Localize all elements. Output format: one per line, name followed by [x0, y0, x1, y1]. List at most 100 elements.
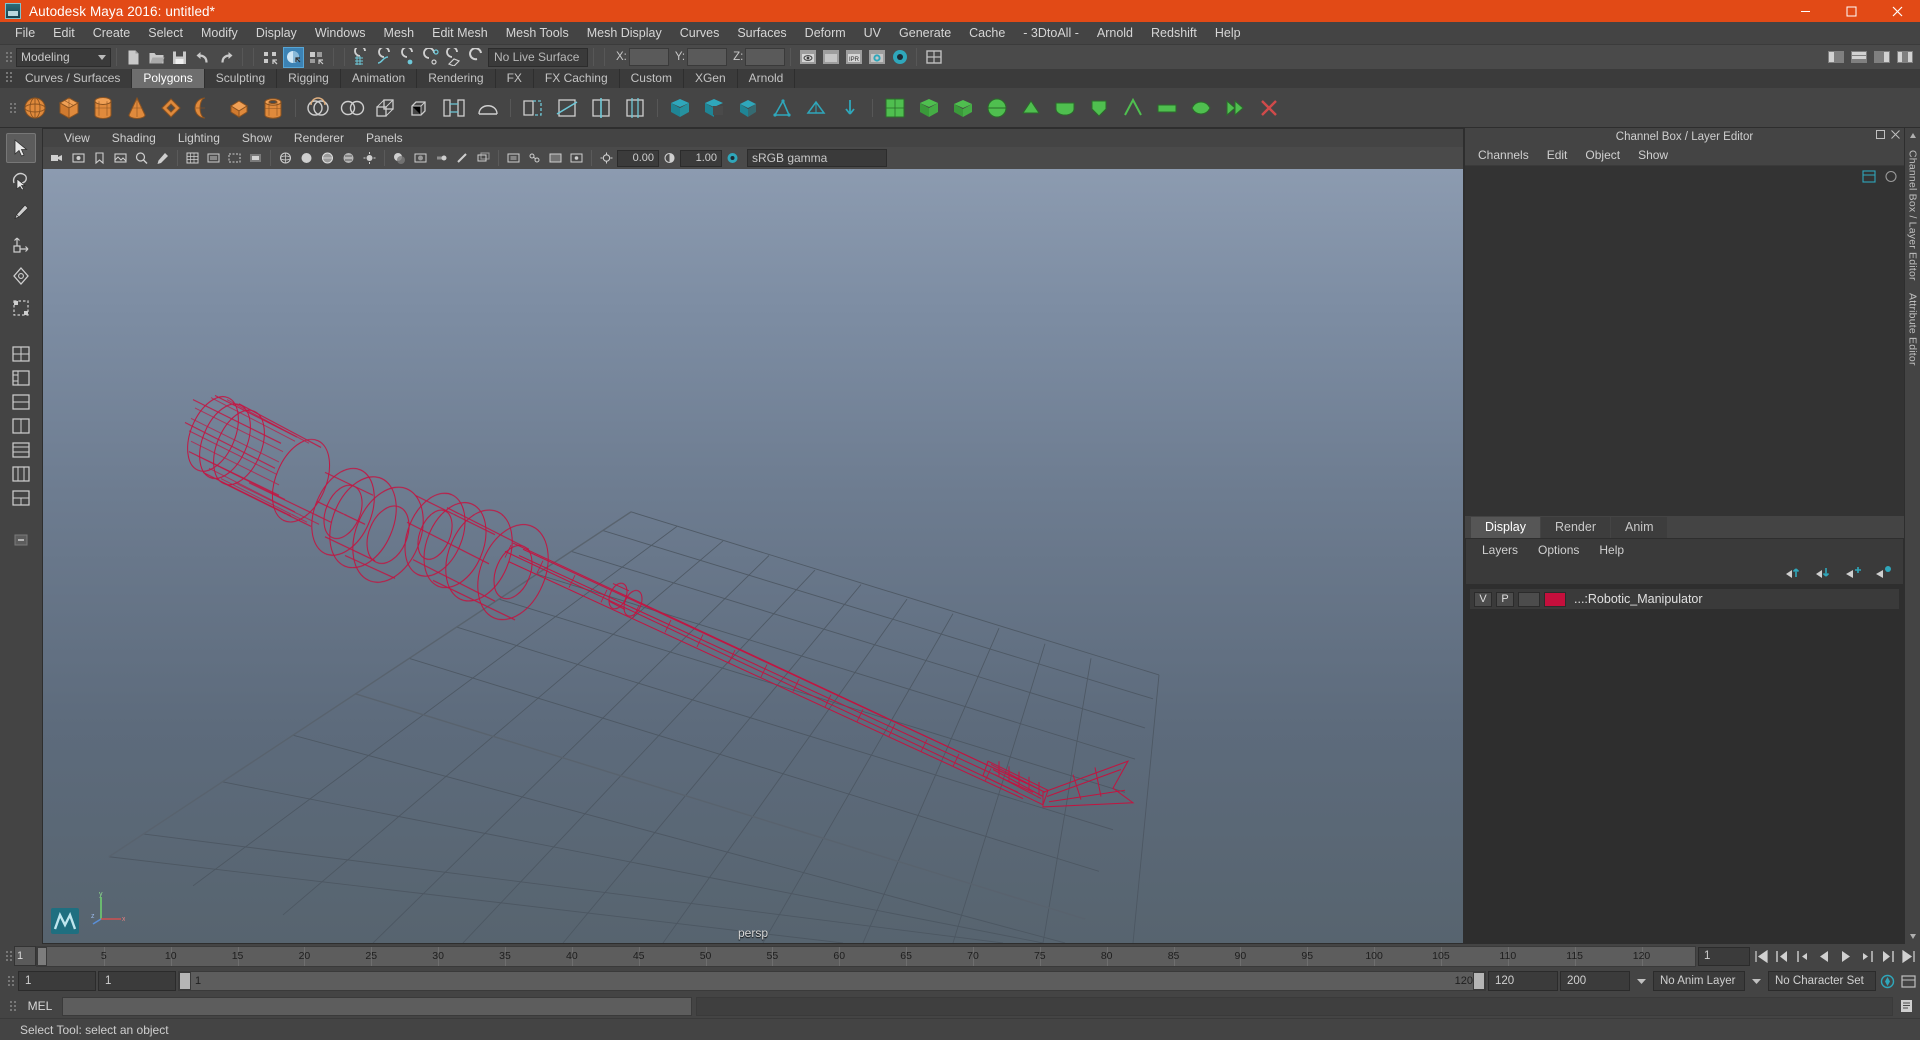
coord-y-field[interactable]: [687, 48, 728, 66]
select-by-component-type-icon[interactable]: [306, 47, 327, 68]
time-slider-grip[interactable]: [2, 945, 12, 967]
script-editor-icon[interactable]: [1897, 997, 1916, 1016]
select-by-object-type-icon[interactable]: [283, 46, 304, 68]
layer-editor-toggle-icon[interactable]: [1884, 170, 1898, 183]
go-to-end-icon[interactable]: [1899, 947, 1918, 966]
wireframe-icon[interactable]: [276, 149, 295, 168]
command-language-label[interactable]: MEL: [22, 999, 58, 1013]
new-layer-icon[interactable]: [1845, 565, 1863, 579]
range-handle-left[interactable]: [179, 972, 191, 990]
play-backwards-icon[interactable]: [1815, 947, 1834, 966]
select-tool[interactable]: [6, 133, 36, 163]
boolean-difference-icon[interactable]: [699, 92, 729, 124]
viewport-menu-lighting[interactable]: Lighting: [167, 129, 231, 148]
maximize-icon[interactable]: [1828, 0, 1874, 22]
sculpt-mesh-tool-icon[interactable]: [880, 92, 910, 124]
anim-start-field[interactable]: 1: [18, 971, 96, 991]
anim-layer-chevron-down-icon[interactable]: [1747, 972, 1766, 991]
grab-tool-icon[interactable]: [914, 92, 944, 124]
scroll-up-icon[interactable]: [1909, 128, 1917, 144]
multisample-icon[interactable]: [453, 149, 472, 168]
anim-end-field[interactable]: 200: [1560, 971, 1630, 991]
menu-redshift[interactable]: Redshift: [1142, 22, 1206, 44]
shelf-tab-xgen[interactable]: XGen: [683, 69, 738, 88]
close-icon[interactable]: [1891, 130, 1900, 139]
combine-icon[interactable]: [303, 92, 333, 124]
film-gate-icon[interactable]: [204, 149, 223, 168]
menu-help[interactable]: Help: [1206, 22, 1250, 44]
shelf-tab-fx-caching[interactable]: FX Caching: [533, 69, 620, 88]
menu-deform[interactable]: Deform: [796, 22, 855, 44]
range-slider-icon[interactable]: [1632, 972, 1651, 991]
ipr-render-icon[interactable]: IPR: [843, 47, 864, 68]
shelf-tab-rigging[interactable]: Rigging: [277, 69, 341, 88]
viewport-menu-shading[interactable]: Shading: [101, 129, 167, 148]
grease-pencil-icon[interactable]: [153, 149, 172, 168]
imprint-tool-icon[interactable]: [1254, 92, 1284, 124]
bridge-icon[interactable]: [439, 92, 469, 124]
menu-windows[interactable]: Windows: [306, 22, 375, 44]
new-layer-from-selected-icon[interactable]: [1875, 565, 1893, 579]
redo-icon[interactable]: [215, 47, 236, 68]
show-menu[interactable]: Show: [1629, 145, 1677, 166]
single-perspective-layout[interactable]: [7, 343, 35, 365]
range-slider-grip[interactable]: [4, 970, 14, 992]
playback-end-field[interactable]: 120: [1488, 971, 1558, 991]
play-forwards-icon[interactable]: [1836, 947, 1855, 966]
layer-color-swatch[interactable]: [1544, 591, 1566, 607]
menu-modify[interactable]: Modify: [192, 22, 247, 44]
list-item[interactable]: V P ...:Robotic_Manipulator: [1470, 589, 1899, 609]
edit-menu[interactable]: Edit: [1538, 145, 1577, 166]
render-view-icon[interactable]: [797, 47, 818, 68]
menu-display[interactable]: Display: [247, 22, 306, 44]
scroll-down-icon[interactable]: [1909, 928, 1917, 944]
menu-curves[interactable]: Curves: [671, 22, 729, 44]
polygon-cylinder-icon[interactable]: [88, 92, 118, 124]
show-hide-tool-settings-icon[interactable]: [923, 47, 944, 68]
help-menu[interactable]: Help: [1589, 539, 1634, 561]
gate-mask-icon[interactable]: [246, 149, 265, 168]
shadows-icon[interactable]: [390, 149, 409, 168]
outliner-persp-layout[interactable]: [7, 391, 35, 413]
shelf-row-grip[interactable]: [6, 97, 16, 119]
image-plane-icon[interactable]: [111, 149, 130, 168]
playback-start-field[interactable]: 1: [98, 971, 176, 991]
camera-attributes-icon[interactable]: [69, 149, 88, 168]
character-set-field[interactable]: No Character Set: [1768, 971, 1876, 991]
lasso-select-tool[interactable]: [6, 165, 36, 195]
menu-edit[interactable]: Edit: [44, 22, 84, 44]
move-tool[interactable]: [6, 229, 36, 259]
bevel-icon[interactable]: [405, 92, 435, 124]
textured-icon[interactable]: [339, 149, 358, 168]
shelf-tab-fx[interactable]: FX: [495, 69, 534, 88]
menu-cache[interactable]: Cache: [960, 22, 1014, 44]
snap-to-grid-icon[interactable]: [351, 47, 372, 68]
sculpt-tool-icon[interactable]: [835, 92, 865, 124]
color-management-icon[interactable]: [723, 149, 742, 168]
smooth-shade-icon[interactable]: [297, 149, 316, 168]
menu-surfaces[interactable]: Surfaces: [728, 22, 795, 44]
render-settings-icon[interactable]: [866, 47, 887, 68]
paint-select-tool[interactable]: [6, 197, 36, 227]
persp-graph-layout[interactable]: [7, 415, 35, 437]
command-line-grip[interactable]: [6, 995, 16, 1017]
menu-file[interactable]: File: [6, 22, 44, 44]
quad-draw-icon[interactable]: [767, 92, 797, 124]
shelf-tab-animation[interactable]: Animation: [340, 69, 418, 88]
shelf-tab-rendering[interactable]: Rendering: [417, 69, 496, 88]
menu-mesh-display[interactable]: Mesh Display: [578, 22, 671, 44]
menu-arnold[interactable]: Arnold: [1088, 22, 1142, 44]
screen-space-ao-icon[interactable]: [411, 149, 430, 168]
object-menu[interactable]: Object: [1576, 145, 1629, 166]
two-panes-stacked-layout[interactable]: [7, 487, 35, 509]
append-polygon-icon[interactable]: [518, 92, 548, 124]
layers-menu[interactable]: Layers: [1472, 539, 1528, 561]
undo-icon[interactable]: [192, 47, 213, 68]
show-hide-all-editors-icon[interactable]: [1894, 47, 1915, 68]
relax-tool-icon[interactable]: [982, 92, 1012, 124]
foamy-tool-icon[interactable]: [1050, 92, 1080, 124]
exposure-field[interactable]: 0.00: [617, 149, 659, 167]
shelf-tab-arnold[interactable]: Arnold: [737, 69, 796, 88]
polygon-cube-icon[interactable]: [54, 92, 84, 124]
viewport-menu-renderer[interactable]: Renderer: [283, 129, 355, 148]
